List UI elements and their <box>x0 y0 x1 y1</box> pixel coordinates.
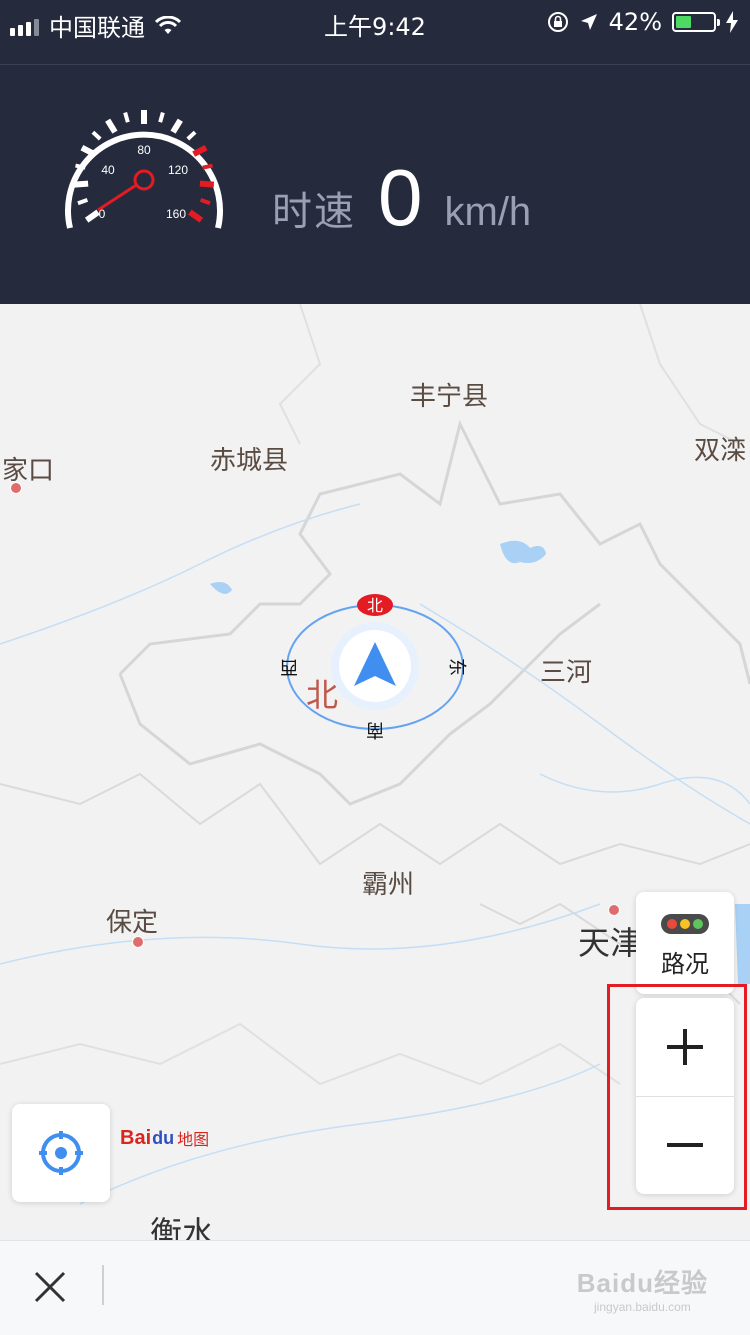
status-right: 42% <box>547 8 738 36</box>
gauge-tick-mark <box>202 163 213 170</box>
compass-north: 北 <box>367 596 383 615</box>
gauge-tick-120: 120 <box>168 163 188 177</box>
place-dot-tianjin <box>608 904 620 916</box>
watermark-sub: jingyan.baidu.com <box>594 1300 691 1314</box>
gauge-tick-mark <box>199 180 215 188</box>
compass-south: 南 <box>366 719 384 740</box>
gauge-tick-mark <box>91 130 102 141</box>
gauge-tick-80: 80 <box>137 143 151 157</box>
speed-panel: 0 40 80 120 160 时速 0 km/h <box>0 44 750 304</box>
gauge-tick-mark <box>170 118 183 134</box>
zoom-controls <box>636 998 734 1194</box>
battery-percent: 42% <box>608 8 662 36</box>
watermark-main: Baidu经验 <box>576 1268 708 1298</box>
gauge-tick-mark <box>186 130 197 141</box>
compass-east: 东 <box>446 658 467 676</box>
gauge-tick-mark <box>188 209 204 223</box>
speed-value: 0 <box>378 153 423 242</box>
gauge-tick-mark <box>73 180 89 188</box>
watermark: Baidu经验 jingyan.baidu.com <box>577 1263 708 1314</box>
logo-text-right: 地图 <box>177 1132 210 1149</box>
place-tianjin: 天津 <box>578 924 643 962</box>
gauge-tick-mark <box>84 209 100 223</box>
place-dot-baoding <box>132 936 144 948</box>
locate-target-icon <box>39 1131 83 1175</box>
gauge-tick-mark <box>75 163 86 170</box>
place-hengshui: 衡水 <box>150 1214 215 1240</box>
baidu-map-logo: Bai du 地图 <box>120 1126 209 1150</box>
minus-icon <box>667 1143 703 1147</box>
speedometer-gauge: 0 40 80 120 160 <box>65 110 223 229</box>
gauge-hub <box>133 169 155 191</box>
locate-button[interactable] <box>12 1104 110 1202</box>
gauge-tick-mark <box>123 112 130 123</box>
gauge-tick-160: 160 <box>166 207 186 221</box>
gauge-tick-mark <box>105 118 118 134</box>
traffic-button[interactable]: 路况 <box>636 892 734 994</box>
place-bazhou: 霸州 <box>362 870 415 900</box>
traffic-light-icon <box>661 914 709 934</box>
gauge-tick-mark <box>80 145 96 157</box>
place-zhangjiakou: 家口 <box>2 456 55 486</box>
status-bar: 中国联通 上午9:42 42% <box>0 0 750 44</box>
charging-bolt-icon <box>726 11 738 33</box>
gauge-tick-40: 40 <box>101 163 115 177</box>
speed-unit: km/h <box>444 190 532 234</box>
gauge-tick-mark <box>77 198 89 206</box>
logo-paw: du <box>152 1127 175 1148</box>
bar-divider <box>102 1265 104 1305</box>
plus-icon <box>667 1029 703 1065</box>
traffic-label: 路况 <box>661 950 709 978</box>
logo-text-left: Bai <box>120 1126 152 1149</box>
battery-icon <box>672 12 720 32</box>
close-icon[interactable] <box>28 1265 72 1309</box>
header-divider <box>0 64 750 65</box>
compass-west: 西 <box>280 656 298 677</box>
map-view[interactable]: 丰宁县 赤城县 家口 双滦 三河 霸州 保定 天津 衡水 北 北 西 东 南 路… <box>0 304 750 1240</box>
gauge-tick-mark <box>158 112 165 123</box>
place-chicheng: 赤城县 <box>210 446 289 476</box>
place-baoding: 保定 <box>106 908 159 938</box>
compass: 北 西 东 南 <box>280 594 467 740</box>
speed-label: 时速 <box>272 189 356 235</box>
speed-readout: 时速 0 km/h <box>272 152 531 244</box>
gauge-tick-mark <box>192 145 208 157</box>
place-sanhe: 三河 <box>540 658 593 688</box>
location-arrow-icon <box>580 14 597 30</box>
place-shuangluan: 双滦 <box>694 436 747 466</box>
gauge-tick-mark <box>199 198 211 206</box>
place-dot-zhangjiakou <box>10 482 22 494</box>
bottom-bar: Baidu经验 jingyan.baidu.com <box>0 1240 750 1335</box>
orientation-lock-icon <box>547 12 568 32</box>
zoom-in-button[interactable] <box>636 998 734 1097</box>
zoom-out-button[interactable] <box>636 1096 734 1194</box>
place-fengning: 丰宁县 <box>410 382 489 412</box>
